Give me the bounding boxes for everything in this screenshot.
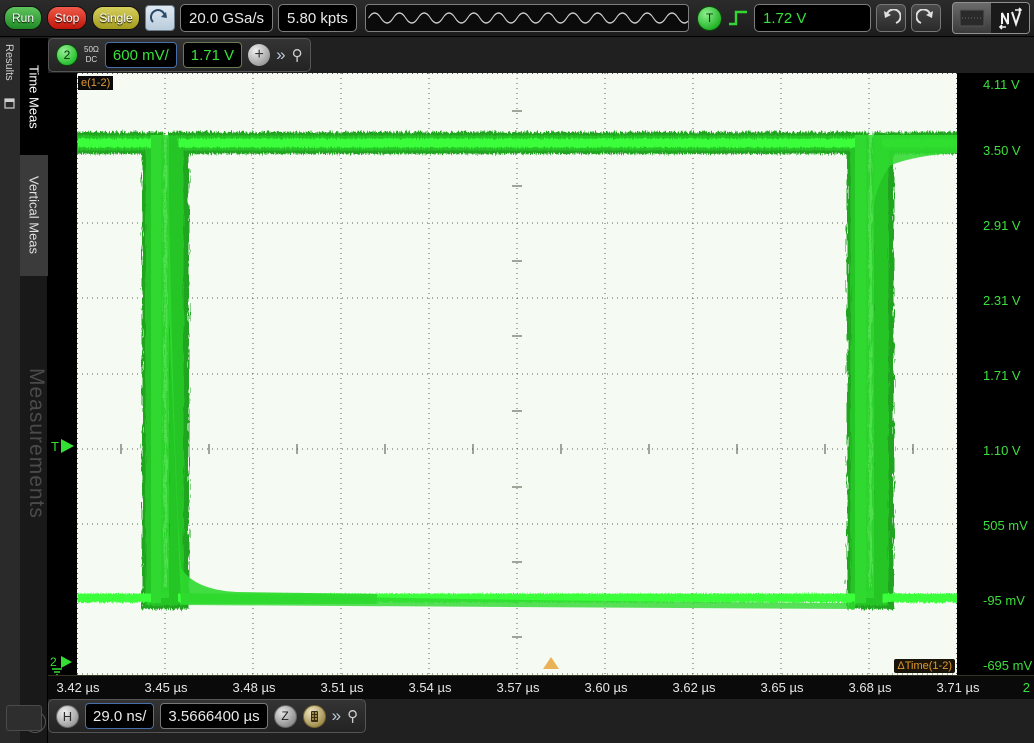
chevron-double-right-icon[interactable]: » — [276, 45, 285, 65]
add-channel-button[interactable]: + — [248, 44, 271, 66]
rising-edge-icon[interactable] — [727, 7, 749, 29]
channel-coupling-label: DC — [85, 55, 98, 64]
results-column[interactable]: Results — [0, 38, 20, 743]
sample-rate-field[interactable]: 20.0 GSa/s — [180, 4, 274, 32]
horizontal-control-bar: H 29.0 ns/ 3.5666400 µs Z » ⚲ — [48, 699, 367, 733]
math-label[interactable]: e(1-2) — [78, 76, 114, 90]
results-label: Results — [3, 44, 15, 81]
vaxis-label-1: 3.50 V — [983, 143, 1021, 158]
oscilloscope-app: Run Stop Single 20.0 GSa/s 5.80 kpts T 1… — [0, 0, 1034, 743]
taxis-label-4: 3.54 µs — [408, 680, 452, 695]
horizontal-badge[interactable]: H — [56, 704, 79, 728]
svg-text:T: T — [51, 439, 59, 454]
taxis-label-7: 3.62 µs — [672, 680, 716, 695]
channel-control-bar: 2 50Ω DC 600 mV/ 1.71 V + » ⚲ — [48, 38, 311, 72]
time-per-div-field[interactable]: 29.0 ns/ — [85, 703, 155, 729]
vertical-axis: 4.11 V 3.50 V 2.91 V 2.31 V 1.71 V 1.10 … — [957, 73, 1034, 675]
pin-icon[interactable]: ⚲ — [292, 46, 303, 64]
taxis-label-1: 3.45 µs — [144, 680, 188, 695]
delta-time-label[interactable]: ΔTime(1-2) — [894, 659, 955, 673]
time-axis: 3.42 µs 3.45 µs 3.48 µs 3.51 µs 3.54 µs … — [48, 675, 1034, 699]
taxis-label-8: 3.65 µs — [760, 680, 804, 695]
taxis-label-0: 3.42 µs — [56, 680, 100, 695]
left-marker-strip: T 2 — [48, 73, 77, 676]
panel-icon — [4, 96, 15, 114]
memory-icon[interactable] — [302, 704, 326, 728]
taxis-label-10: 3.71 µs — [936, 680, 980, 695]
time-axis-channel-tag: 2 — [1022, 680, 1030, 695]
horizontal-expand-chevron-double-right-icon[interactable]: » — [332, 706, 341, 726]
single-button[interactable]: Single — [92, 6, 140, 30]
waveform-overview-strip[interactable] — [364, 4, 689, 32]
channel-2-badge[interactable]: 2 — [56, 44, 78, 66]
taxis-label-2: 3.48 µs — [232, 680, 276, 695]
undo-icon[interactable] — [876, 4, 906, 32]
taxis-label-6: 3.60 µs — [584, 680, 628, 695]
trigger-level-field[interactable]: 1.72 V — [754, 4, 871, 32]
vaxis-label-2: 2.91 V — [983, 218, 1021, 233]
vaxis-label-7: -95 mV — [983, 593, 1025, 608]
horizontal-pin-icon[interactable]: ⚲ — [347, 707, 358, 725]
redo-icon[interactable] — [911, 4, 941, 32]
taxis-label-3: 3.51 µs — [320, 680, 364, 695]
zoom-badge[interactable]: Z — [273, 704, 297, 728]
graticule[interactable]: e(1-2) ΔTime(1-2) — [77, 73, 957, 675]
svg-text:2: 2 — [50, 655, 57, 669]
bottom-left-stub[interactable] — [6, 705, 42, 731]
channel-offset-field[interactable]: 1.71 V — [182, 42, 243, 68]
vaxis-label-6: 505 mV — [983, 518, 1028, 533]
channel-impedance-label: 50Ω — [84, 45, 99, 54]
autoscale-button[interactable] — [952, 2, 1030, 34]
trigger-level-marker[interactable]: T — [50, 437, 76, 458]
taxis-label-5: 3.57 µs — [496, 680, 540, 695]
memory-depth-field[interactable]: 5.80 kpts — [278, 4, 357, 32]
stop-button[interactable]: Stop — [47, 6, 87, 30]
top-toolbar: Run Stop Single 20.0 GSa/s 5.80 kpts T 1… — [0, 0, 1034, 37]
run-button[interactable]: Run — [4, 6, 42, 30]
vaxis-label-4: 1.71 V — [983, 368, 1021, 383]
vaxis-label-5: 1.10 V — [983, 443, 1021, 458]
tab-vertical-meas[interactable]: Vertical Meas — [20, 156, 48, 276]
volts-per-div-field[interactable]: 600 mV/ — [104, 42, 177, 68]
delay-field[interactable]: 3.5666400 µs — [160, 703, 268, 729]
vaxis-label-8: -695 mV — [983, 658, 1033, 673]
tab-time-meas[interactable]: Time Meas — [20, 38, 48, 156]
autoscale-icon — [991, 3, 1029, 33]
channel-coupling[interactable]: 50Ω DC — [84, 45, 99, 65]
trigger-position-marker[interactable] — [540, 656, 562, 675]
trigger-badge[interactable]: T — [697, 5, 722, 31]
taxis-label-9: 3.68 µs — [848, 680, 892, 695]
waveform-trace — [77, 132, 957, 609]
left-sidebar: Results Time Meas Vertical Meas Measurem… — [0, 38, 48, 743]
vaxis-label-0: 4.11 V — [983, 77, 1020, 92]
autoscale-preview-icon — [953, 3, 991, 33]
measurements-watermark: Measurements — [25, 368, 48, 519]
plot-area: T 2 e(1-2) ΔTime(1-2) 4.11 V 3.50 V 2.91… — [48, 73, 1034, 676]
vaxis-label-3: 2.31 V — [983, 293, 1021, 308]
clear-display-icon[interactable] — [145, 5, 175, 31]
